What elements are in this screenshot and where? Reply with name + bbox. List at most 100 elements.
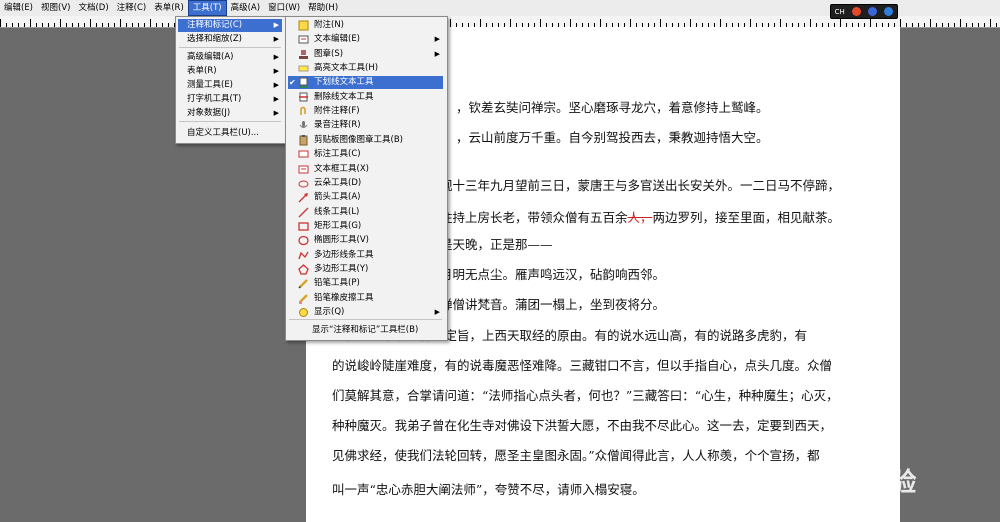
submenu-arrow-icon: ▶ xyxy=(273,109,279,117)
annot-menu-item-13[interactable]: 线条工具(L) xyxy=(288,206,443,219)
annot-menu-item-12[interactable]: 箭头工具(A) xyxy=(288,191,443,204)
line-text: 见佛求经，使我们法轮回转，愿圣主皇图永固。”众僧闻得此言，人人称羡，个个宣扬，都 xyxy=(332,448,820,463)
annot-menu-item-label: 椭圆形工具(V) xyxy=(314,235,369,246)
tools-menu-item-label: 打字机工具(T) xyxy=(187,94,242,104)
annot-menu-item-label: 云朵工具(D) xyxy=(314,177,362,188)
line-text: 两边罗列，接至里面，相见献茶。 xyxy=(652,210,841,225)
paw-logo-icon xyxy=(762,462,799,497)
line-text: 们莫解其意，合掌请问道：“法师指心点头者，何也？”三藏答曰：“心生，种种魔生；心… xyxy=(332,388,839,403)
polygon-icon xyxy=(298,264,309,275)
submenu-arrow-icon: ▶ xyxy=(273,95,279,103)
annot-menu-item-14[interactable]: 矩形工具(G) xyxy=(288,220,443,233)
tools-menu-item-1[interactable]: 选择和缩放(Z) ▶ xyxy=(178,33,282,46)
annot-menu-item-label: 图章(S) xyxy=(314,48,344,59)
menu-comment[interactable]: 注释(C) xyxy=(113,0,151,16)
strikeout-icon xyxy=(299,92,308,102)
line-icon xyxy=(298,207,309,218)
annot-menu-item-21[interactable]: 显示“注释和标记”工具栏(B) xyxy=(288,324,443,337)
help-icon xyxy=(884,7,894,16)
annotation-submenu: 附注(N) 文本编辑(E) ▶ 图章(S) ▶ 高亮文本工具(H) ✔ 下划线文本工具 删除线文… xyxy=(285,16,448,341)
submenu-arrow-icon: ▶ xyxy=(273,67,279,75)
text-edit-icon xyxy=(298,35,309,44)
annot-menu-item-11[interactable]: 云朵工具(D) xyxy=(288,177,443,190)
annot-menu-item-4[interactable]: ✔ 下划线文本工具 xyxy=(288,76,443,90)
tools-menu-item-label: 自定义工具栏(U)... xyxy=(187,128,259,138)
line-text: 观十三年九月望前三日，蒙唐王与多官送出长安关外。一二日马不停蹄， xyxy=(440,178,841,193)
document-text-line: 观十三年九月望前三日，蒙唐王与多官送出长安关外。一二日马不停蹄， xyxy=(440,175,1000,194)
annot-menu-item-label: 显示“注释和标记”工具栏(B) xyxy=(312,325,419,335)
watermark-url: jingyan.baidu.com xyxy=(772,502,874,515)
tools-menu-item-label: 选择和缩放(Z) xyxy=(187,34,242,44)
tools-menu-item-label: 测量工具(E) xyxy=(187,80,234,90)
annot-menu-item-label: 铅笔橡皮擦工具 xyxy=(314,292,374,303)
annot-menu-item-19[interactable]: 铅笔橡皮擦工具 xyxy=(288,292,443,305)
annot-menu-item-0[interactable]: 附注(N) xyxy=(288,19,443,32)
pencil-icon xyxy=(298,279,308,289)
tools-menu-item-6[interactable]: 对象数据(J) ▶ xyxy=(178,107,282,120)
tools-menu-item-5[interactable]: 打字机工具(T) ▶ xyxy=(178,93,282,106)
line-text: 是天晚，正是那—— xyxy=(440,237,553,252)
menu-window[interactable]: 窗口(W) xyxy=(264,0,304,16)
arrow-icon xyxy=(298,193,308,203)
submenu-arrow-icon: ▶ xyxy=(273,21,279,29)
annot-menu-item-5[interactable]: 删除线文本工具 xyxy=(288,91,443,104)
annot-menu-item-20[interactable]: 显示(Q) ▶ xyxy=(288,306,443,319)
annot-menu-item-16[interactable]: 多边形线条工具 xyxy=(288,249,443,262)
annot-menu-item-17[interactable]: 多边形工具(Y) xyxy=(288,263,443,276)
menu-help[interactable]: 帮助(H) xyxy=(304,0,342,16)
menu-document[interactable]: 文档(D) xyxy=(74,0,112,16)
tools-menu: 注释和标记(C) ▶ 选择和缩放(Z) ▶ 高级编辑(A) ▶ 表单(R) ▶ 测量工具(E) ▶… xyxy=(175,16,287,144)
tools-menu-item-label: 高级编辑(A) xyxy=(187,52,234,62)
strikeout-annotation[interactable]: 人， xyxy=(628,210,653,225)
annot-menu-item-6[interactable]: 附件注释(F) xyxy=(288,105,443,118)
menu-view[interactable]: 视图(V) xyxy=(37,0,74,16)
menu-advanced[interactable]: 高级(A) xyxy=(227,0,264,16)
tools-menu-item-3[interactable]: 表单(R) ▶ xyxy=(178,65,282,78)
line-text: 住持上房长老，带领众僧有五百余 xyxy=(440,210,628,225)
annot-menu-item-label: 高亮文本工具(H) xyxy=(314,63,379,74)
menu-separator xyxy=(289,319,442,320)
settings-icon xyxy=(868,7,878,16)
menu-edit[interactable]: 编辑(E) xyxy=(0,0,37,16)
cloud-icon xyxy=(298,180,309,188)
annot-menu-item-3[interactable]: 高亮文本工具(H) xyxy=(288,62,443,75)
document-text-line: 种种魔灭。我弟子曾在化生寺对佛设下洪誓大愿，不由我不尽此心。这一去，定要到西天， xyxy=(332,415,926,434)
polyline-icon xyxy=(298,251,309,259)
show-icon xyxy=(299,308,308,317)
tools-menu-item-4[interactable]: 测量工具(E) ▶ xyxy=(178,79,282,92)
menu-form[interactable]: 表单(R) xyxy=(150,0,188,16)
note-icon xyxy=(298,20,309,31)
sound-icon xyxy=(299,121,308,129)
submenu-arrow-icon: ▶ xyxy=(434,308,440,316)
clipboard-stamp-icon xyxy=(299,134,308,146)
rectangle-icon xyxy=(298,222,309,231)
submenu-arrow-icon: ▶ xyxy=(434,49,440,58)
document-text-line: 住持上房长老，带领众僧有五百余人，两边罗列，接至里面，相见献茶。 xyxy=(440,207,1000,226)
tools-menu-item-7[interactable]: 自定义工具栏(U)... xyxy=(178,127,282,140)
annot-menu-item-label: 附注(N) xyxy=(314,20,344,30)
tools-menu-item-2[interactable]: 高级编辑(A) ▶ xyxy=(178,51,282,64)
highlight-icon xyxy=(298,65,309,72)
line-text: 叫一声“忠心赤胆大阐法师”，夸赞不尽，请师入榻安寝。 xyxy=(332,482,645,497)
tools-menu-item-0[interactable]: 注释和标记(C) ▶ xyxy=(178,19,282,32)
eraser-icon xyxy=(299,293,308,304)
annot-menu-item-label: 显示(Q) xyxy=(314,307,345,317)
annot-menu-item-7[interactable]: 录音注释(R) xyxy=(288,119,443,132)
sogou-icon xyxy=(851,7,861,16)
annot-menu-item-18[interactable]: 铅笔工具(P) xyxy=(288,277,443,290)
input-method-indicator[interactable]: CH xyxy=(830,4,898,19)
annot-menu-item-10[interactable]: 文本框工具(X) xyxy=(288,163,443,176)
annot-menu-item-2[interactable]: 图章(S) ▶ xyxy=(288,48,443,61)
annot-menu-item-label: 下划线文本工具 xyxy=(314,77,374,88)
line-text: 的说峻岭陡崖难度，有的说毒魔恶怪难降。三藏钳口不言，但以手指自心，点头几度。众僧 xyxy=(332,358,833,373)
menu-tools[interactable]: 工具(T) xyxy=(187,0,227,16)
annot-menu-item-8[interactable]: 剪贴板图像图章工具(B) xyxy=(288,134,443,147)
line-text: 禅僧讲梵音。蒲团一榻上，坐到夜将分。 xyxy=(440,297,666,312)
annot-menu-item-label: 矩形工具(G) xyxy=(314,220,362,231)
annot-menu-item-9[interactable]: 标注工具(C) xyxy=(288,148,443,161)
annot-menu-item-15[interactable]: 椭圆形工具(V) xyxy=(288,234,443,247)
annot-menu-item-label: 线条工具(L) xyxy=(314,206,360,217)
watermark-brand: Bai 经验 xyxy=(804,468,918,498)
annot-menu-item-1[interactable]: 文本编辑(E) ▶ xyxy=(288,33,443,46)
document-text-line: 禅僧讲梵音。蒲团一榻上，坐到夜将分。 xyxy=(440,294,1000,313)
